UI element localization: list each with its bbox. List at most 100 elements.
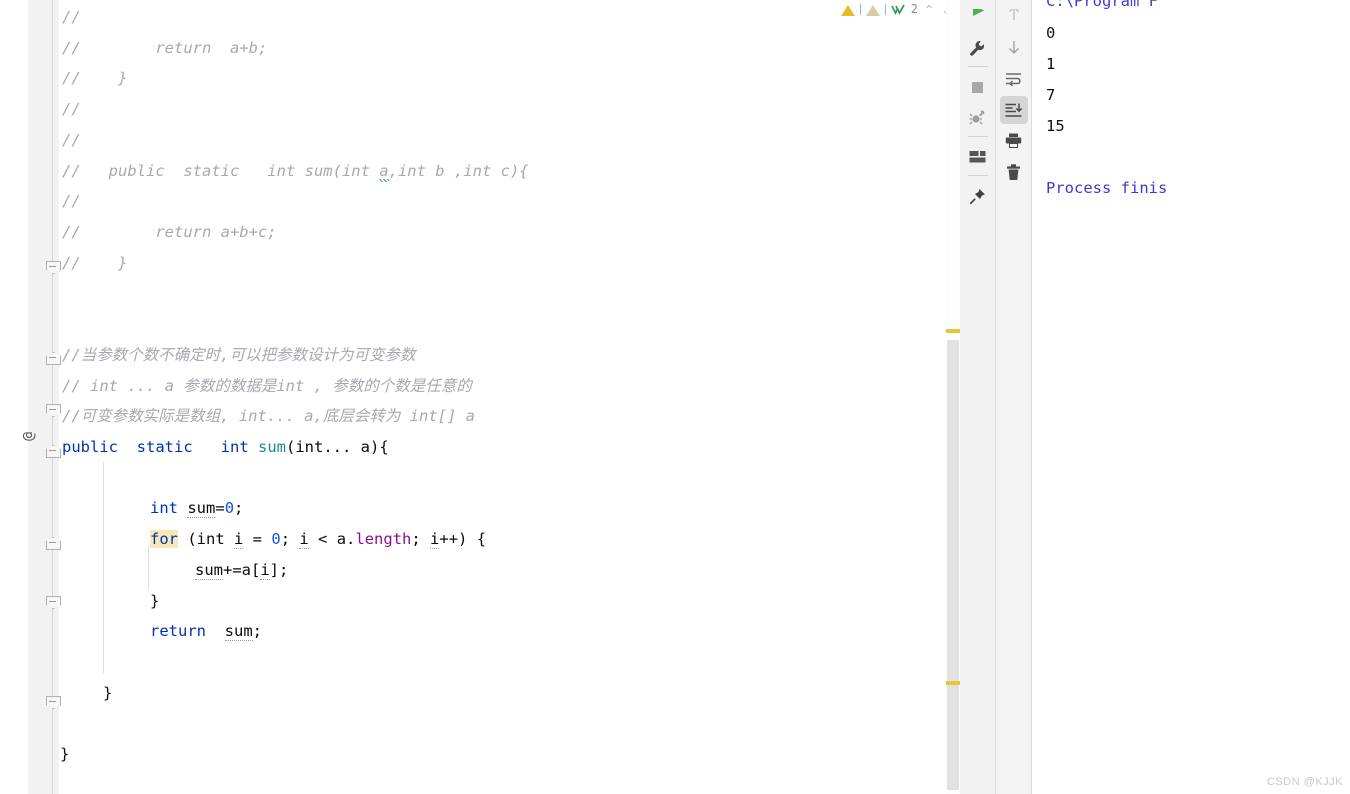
- up-button[interactable]: [1000, 3, 1028, 31]
- code-line-comment: // return a+b;: [62, 33, 267, 64]
- code-line-sum-accumulate: sum+=a[i];: [195, 555, 288, 586]
- semicolon: ;: [252, 622, 263, 640]
- keyword-public: public: [62, 438, 118, 456]
- semicolon: ;: [280, 530, 300, 548]
- code-line-comment: //: [62, 186, 81, 217]
- code-text-layer[interactable]: public static int sum(int... a){ int sum…: [0, 0, 960, 794]
- comment-text: // return a+b;: [62, 39, 268, 57]
- console-line: 0: [1046, 24, 1056, 42]
- comment-text: // public static int sum(int: [62, 162, 380, 180]
- clear-all-button[interactable]: [1000, 158, 1028, 186]
- scroll-to-end-button[interactable]: [999, 96, 1028, 124]
- for-open: (int: [178, 530, 234, 548]
- operator-assign: =: [243, 530, 272, 548]
- rerun-failed-tests-button[interactable]: [964, 104, 992, 132]
- code-line-return: return sum;: [150, 616, 262, 647]
- code-line-comment: //: [62, 2, 81, 33]
- run-tool-window: C:\Program F 0 1 7 15 Process finis: [960, 0, 1350, 794]
- code-line-comment: // int ... a 参数的数据是int , 参数的个数是任意的: [62, 371, 472, 402]
- layout-settings-button[interactable]: [964, 143, 992, 171]
- variable-i: i: [260, 561, 270, 580]
- settings-button[interactable]: [964, 34, 992, 62]
- console-line: 1: [1046, 55, 1056, 73]
- semicolon: ;: [234, 499, 244, 517]
- code-line-close-for: }: [150, 586, 159, 617]
- code-line-close-class: }: [60, 739, 69, 770]
- inspection-widget[interactable]: 2 ^ ⌄: [840, 0, 952, 18]
- warning-triangle-muted-icon[interactable]: [865, 4, 880, 16]
- operator-plus-assign: +=a[: [223, 561, 261, 579]
- chevron-up-icon[interactable]: ^: [923, 4, 935, 15]
- comment-text: //: [62, 192, 81, 210]
- inspection-count: 2: [910, 2, 918, 16]
- comment-text: //: [62, 131, 81, 149]
- rerun-button[interactable]: [964, 3, 992, 31]
- code-line-comment: // }: [62, 248, 127, 279]
- code-line-comment: //可变参数实际是数组, int... a,底层会转为 int[] a: [62, 401, 475, 432]
- code-line-comment: // return a+b+c;: [62, 217, 277, 248]
- warning-triangle-icon[interactable]: [840, 4, 855, 16]
- console-toolbar: [996, 0, 1032, 794]
- toolbar-divider: [967, 136, 988, 137]
- comment-text: ,int b ,int c){: [388, 162, 529, 180]
- keyword-int: int: [150, 499, 178, 517]
- console-line: C:\Program F: [1046, 0, 1158, 10]
- keyword-for: for: [150, 530, 178, 548]
- intellij-idea-window: @ public static int sum(int... a){ int s…: [0, 0, 1350, 794]
- literal-zero: 0: [224, 499, 235, 517]
- code-line-close-method: }: [103, 678, 112, 709]
- variable-i: i: [430, 530, 440, 549]
- comment-text: // }: [62, 254, 128, 272]
- scrollbar-warning-mark[interactable]: [946, 681, 960, 685]
- code-line-comment: // public static int sum(int a,int b ,in…: [62, 156, 529, 187]
- stop-button[interactable]: [964, 73, 992, 101]
- comment-text: // int ... a 参数的数据是int , 参数的个数是任意的: [62, 377, 472, 395]
- operator-assign: =: [215, 499, 225, 517]
- bracket-close: ];: [269, 561, 289, 579]
- code-line-method-signature: public static int sum(int... a){: [62, 432, 389, 463]
- scrollbar-warning-mark[interactable]: [946, 329, 960, 333]
- method-name-sum: sum: [258, 438, 287, 456]
- code-line-int-sum: int sum=0;: [150, 493, 243, 524]
- spellcheck-typo: a: [379, 162, 389, 182]
- condition-op: < a.: [308, 530, 356, 548]
- down-button[interactable]: [1000, 34, 1028, 62]
- run-primary-toolbar: [960, 0, 996, 794]
- for-tail: ++) {: [439, 530, 487, 548]
- console-line: 7: [1046, 86, 1056, 104]
- scrollbar-thumb[interactable]: [947, 340, 959, 790]
- comment-text: //: [62, 100, 81, 118]
- variable-i: i: [299, 530, 309, 549]
- variable-sum: sum: [195, 561, 223, 580]
- code-line-comment: //当参数个数不确定时,可以把参数设计为可变参数: [62, 340, 416, 371]
- variable-sum: sum: [187, 499, 216, 518]
- console-line: Process finis: [1046, 179, 1168, 197]
- keyword-return: return: [150, 622, 206, 640]
- separator: [859, 3, 861, 15]
- comment-text: //: [62, 8, 81, 26]
- brace-close: }: [103, 684, 113, 702]
- code-line-comment: // }: [62, 63, 127, 94]
- console-line: 15: [1046, 117, 1065, 135]
- brace-close: }: [60, 745, 70, 763]
- keyword-int: int: [220, 438, 249, 456]
- editor-scrollbar[interactable]: [946, 0, 960, 794]
- code-editor[interactable]: @ public static int sum(int... a){ int s…: [0, 0, 960, 794]
- brace-close: }: [150, 592, 160, 610]
- literal-zero: 0: [271, 530, 281, 548]
- toolbar-divider: [967, 175, 988, 176]
- field-length: length: [355, 530, 412, 548]
- method-params: (int... a){: [286, 438, 389, 456]
- inspection-ok-icon[interactable]: [890, 3, 906, 16]
- pin-tab-button[interactable]: [964, 182, 992, 210]
- comment-text: // }: [62, 69, 128, 87]
- console-output-area[interactable]: C:\Program F 0 1 7 15 Process finis: [1032, 0, 1350, 794]
- comment-text: // return a+b+c;: [62, 223, 277, 241]
- comment-text: //当参数个数不确定时,可以把参数设计为可变参数: [62, 346, 416, 364]
- separator: [884, 3, 886, 15]
- code-line-for-loop: for (int i = 0; i < a.length; i++) {: [150, 524, 486, 555]
- variable-i: i: [234, 530, 244, 549]
- soft-wrap-button[interactable]: [1000, 65, 1028, 93]
- print-button[interactable]: [1000, 127, 1028, 155]
